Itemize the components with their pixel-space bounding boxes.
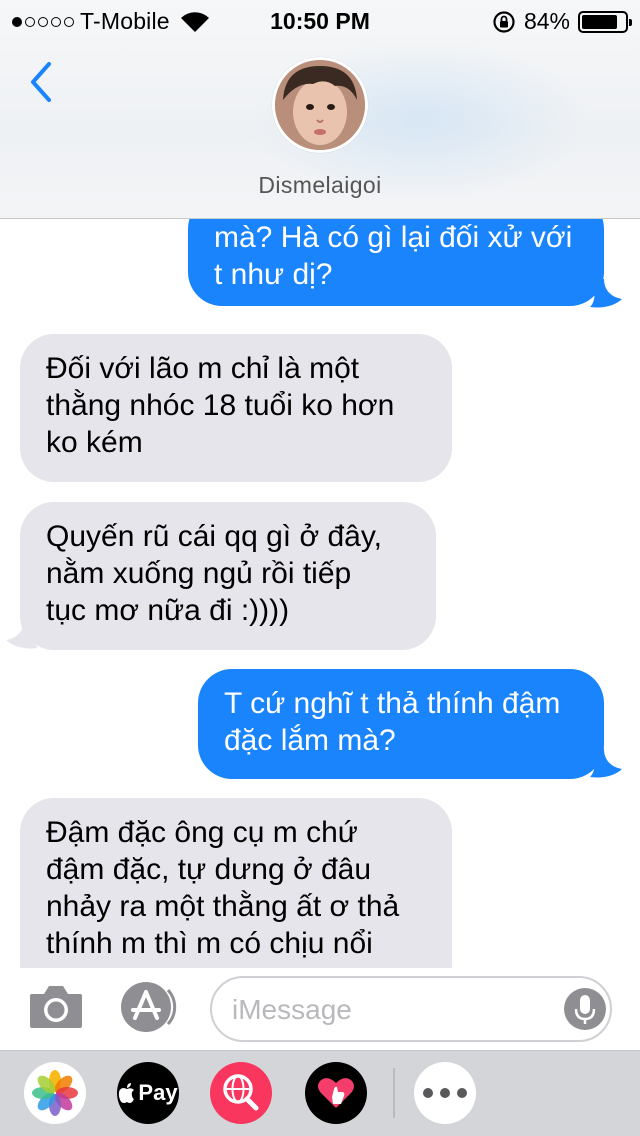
message-bubble-incoming[interactable]: Quyến rũ cái qq gì ở đây, nằm xuống ngủ … xyxy=(20,502,436,650)
rotation-lock-icon xyxy=(493,10,515,33)
battery-level xyxy=(582,14,618,29)
message-line: thằng nhóc 18 tuổi ko hơn xyxy=(46,389,395,422)
avatar-image xyxy=(275,60,365,150)
message-line: tục mơ nữa đi :)))) xyxy=(46,594,290,627)
contact-avatar[interactable] xyxy=(272,57,368,153)
message-list[interactable]: mà? Hà có gì lại đối xử với t như dị? Đố… xyxy=(0,219,640,968)
battery-icon xyxy=(578,10,632,33)
apple-logo-icon xyxy=(119,1083,135,1103)
photos-icon[interactable] xyxy=(24,1062,86,1124)
microphone-icon[interactable] xyxy=(563,985,607,1033)
images-search-icon[interactable] xyxy=(210,1062,272,1124)
message-bubble-incoming[interactable]: Đối với lão m chỉ là một thằng nhóc 18 t… xyxy=(20,334,452,482)
camera-icon[interactable] xyxy=(28,982,84,1030)
more-icon[interactable] xyxy=(414,1062,476,1124)
message-line: Đậm đặc ông cụ m chứ xyxy=(46,816,358,849)
message-input[interactable] xyxy=(232,990,552,1030)
message-bubble-outgoing[interactable]: mà? Hà có gì lại đối xử với t như dị? xyxy=(188,219,604,306)
message-line: đặc lắm mà? xyxy=(224,724,396,757)
message-line: Quyến rũ cái qq gì ở đây, xyxy=(46,520,382,553)
bubble-tail xyxy=(590,749,622,778)
globe-magnifier-icon xyxy=(223,1074,259,1111)
bubble-tail xyxy=(6,620,38,649)
status-bar: T-Mobile 10:50 PM 84% xyxy=(0,0,640,40)
photos-flower-icon xyxy=(32,1070,78,1116)
message-line: nhảy ra một thằng ất ơ thả xyxy=(46,890,400,923)
drawer-separator xyxy=(393,1068,395,1118)
battery-percent: 84% xyxy=(523,8,570,34)
message-line: T cứ nghĩ t thả thính đậm xyxy=(224,687,561,720)
bubble-tail xyxy=(590,279,622,308)
contact-name[interactable]: Dismelaigoi xyxy=(0,172,640,199)
message-line: nằm xuống ngủ rồi tiếp xyxy=(46,557,352,590)
apple-pay-icon[interactable]: Pay xyxy=(117,1062,179,1124)
message-line: thính m thì m có chịu nổi xyxy=(46,927,373,960)
app-store-icon[interactable] xyxy=(119,980,181,1034)
message-input-field[interactable] xyxy=(210,976,612,1042)
apple-pay-label: Pay xyxy=(138,1080,178,1105)
message-bubble-outgoing[interactable]: T cứ nghĩ t thả thính đậm đặc lắm mà? xyxy=(198,669,604,779)
digital-touch-icon[interactable] xyxy=(305,1062,367,1124)
message-line: đậm đặc, tự dưng ở đâu xyxy=(46,853,372,886)
message-line: mà? Hà có gì lại đối xử với xyxy=(214,221,573,254)
message-line: t như dị? xyxy=(214,258,333,291)
message-bubble-incoming[interactable]: Đậm đặc ông cụ m chứ đậm đặc, tự dưng ở … xyxy=(20,798,452,968)
message-line: Đối với lão m chỉ là một xyxy=(46,352,360,385)
back-chevron-icon[interactable] xyxy=(24,58,60,106)
heart-touch-icon xyxy=(318,1078,354,1108)
message-line: ko kém xyxy=(46,426,143,459)
